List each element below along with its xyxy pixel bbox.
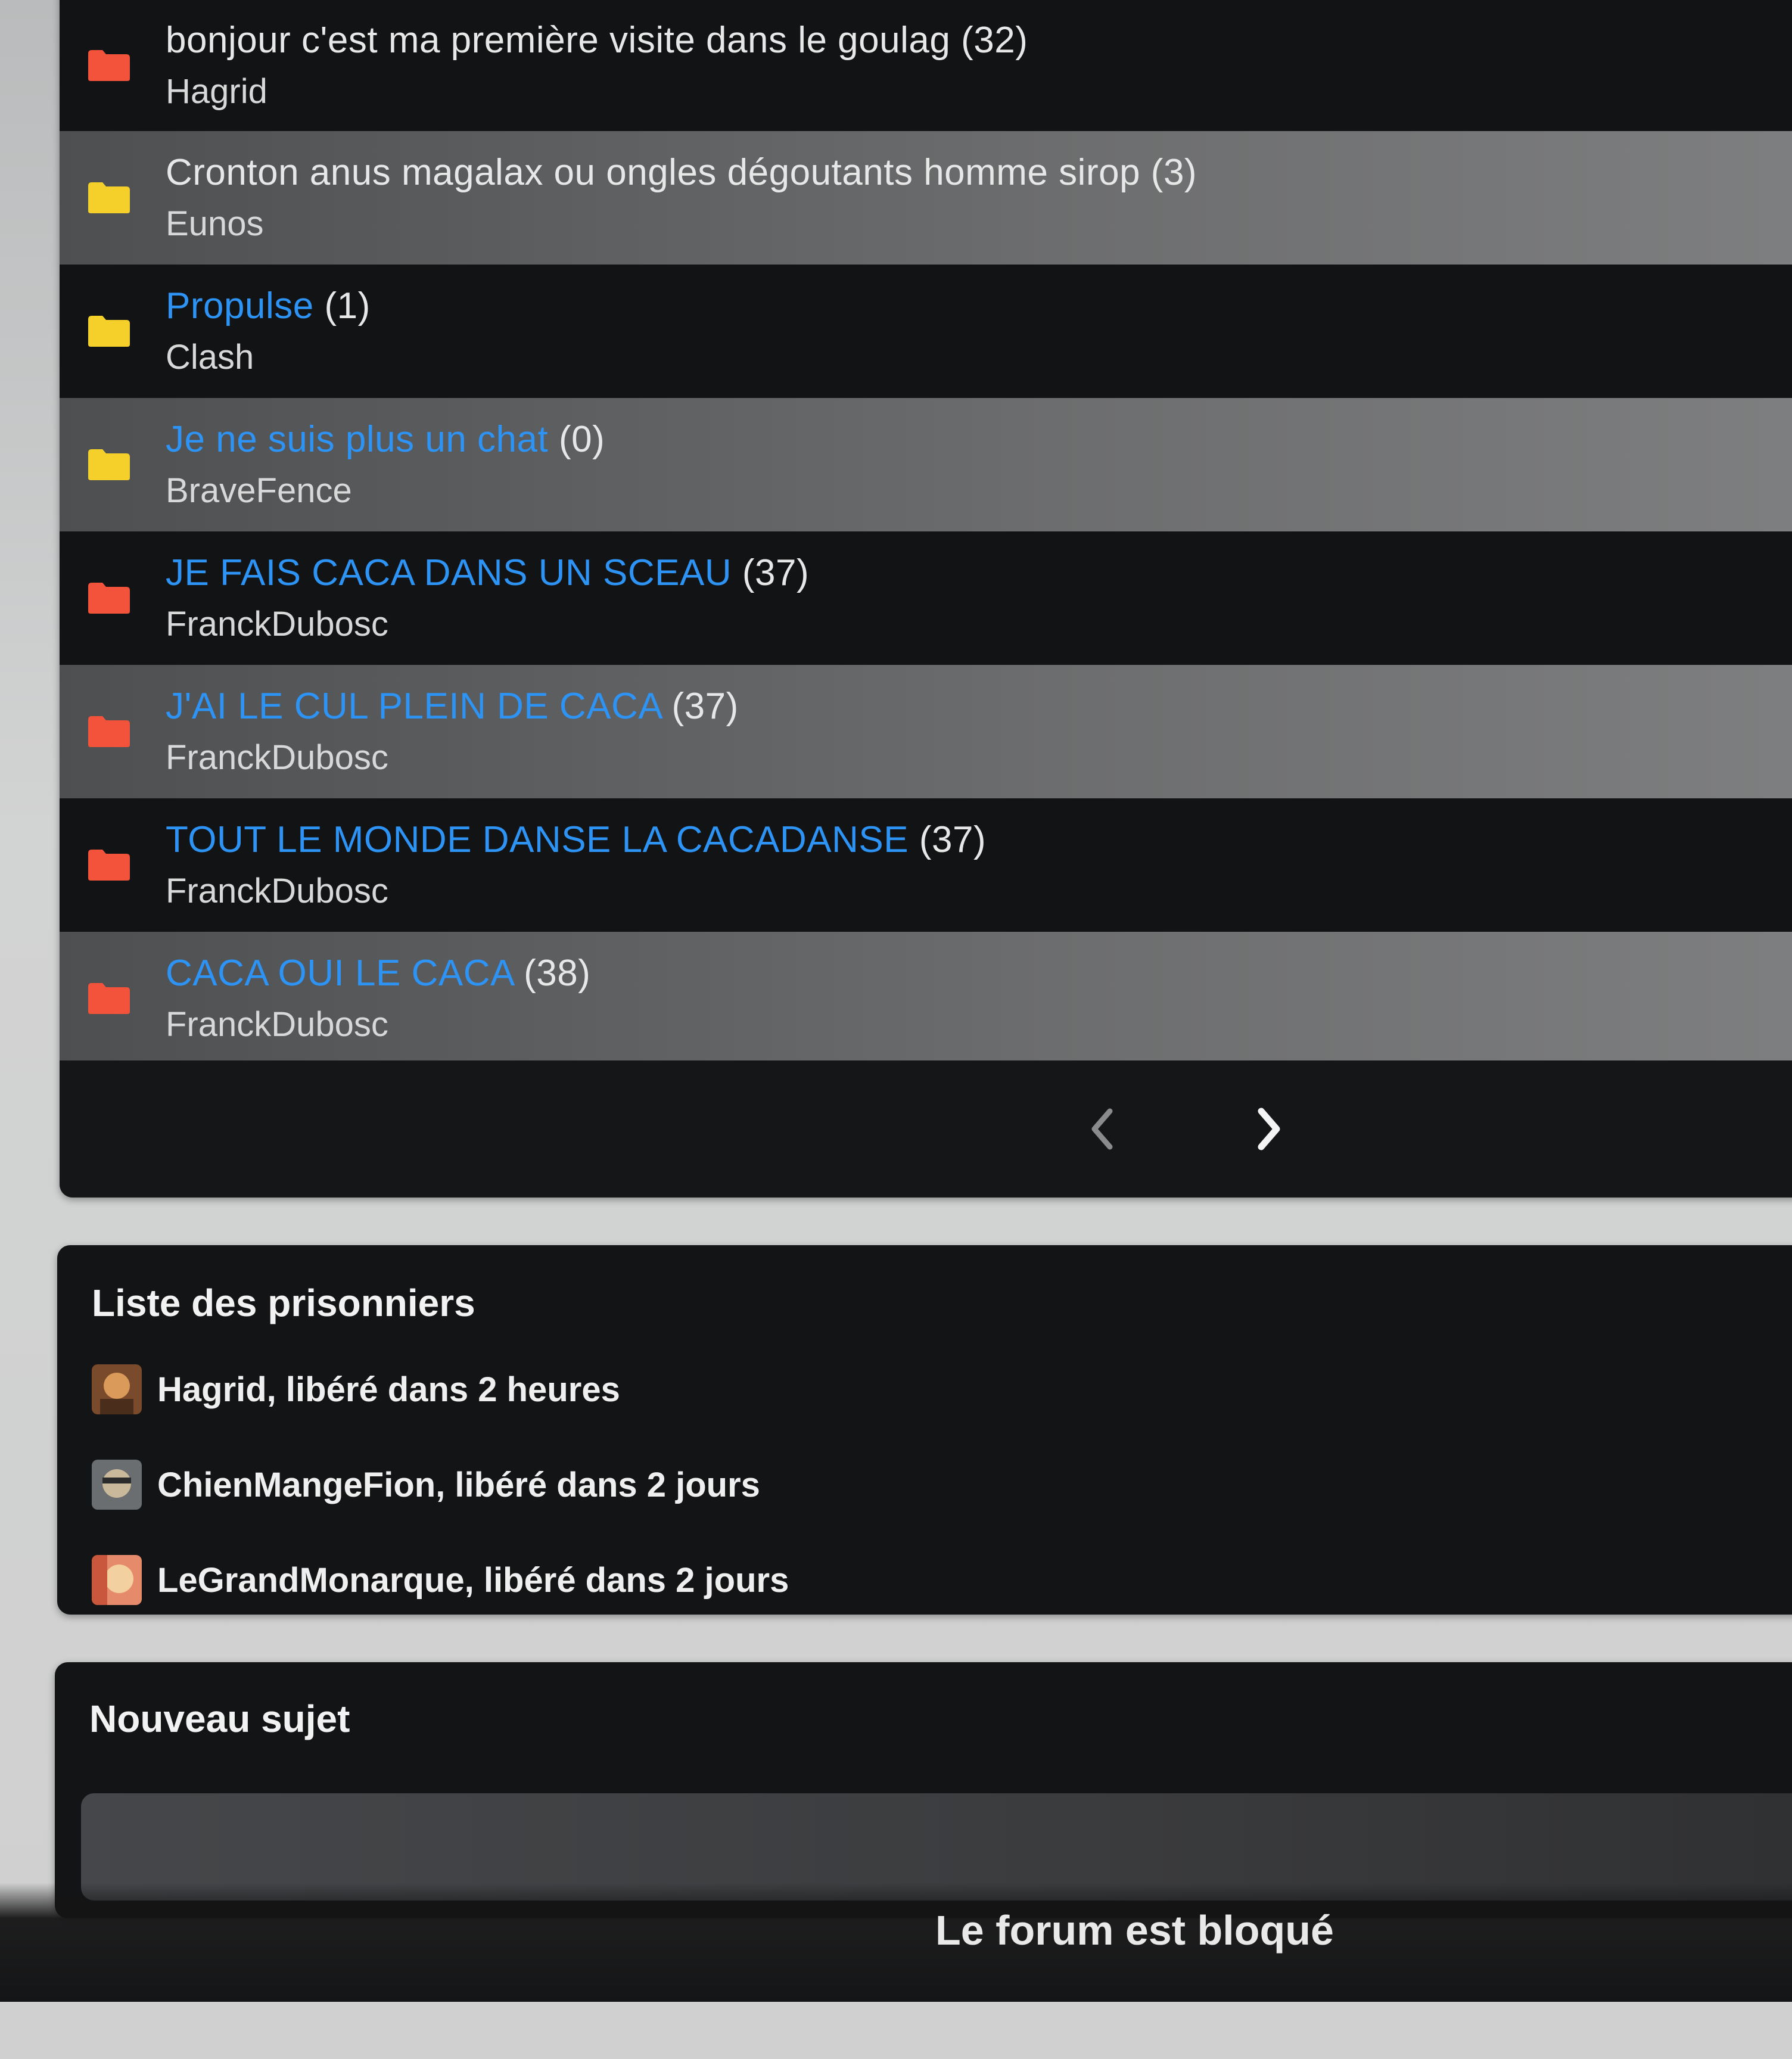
chevron-left-icon	[1091, 1108, 1113, 1150]
topic-row[interactable]: Je ne suis plus un chat (0) BraveFence	[60, 398, 1792, 531]
topic-author: BraveFence	[166, 471, 352, 510]
chevron-right-icon	[1258, 1108, 1280, 1150]
topic-title[interactable]: bonjour c'est ma première visite dans le…	[166, 20, 950, 61]
next-page-button[interactable]	[1245, 1102, 1293, 1156]
topic-title-link[interactable]: J'AI LE CUL PLEIN DE CACA	[166, 686, 661, 727]
topic-row[interactable]: J'AI LE CUL PLEIN DE CACA (37) FranckDub…	[60, 665, 1792, 798]
topic-title-link[interactable]: TOUT LE MONDE DANSE LA CACADANSE	[166, 819, 909, 860]
topic-reply-count: (1)	[324, 285, 371, 326]
prisoner-name: ChienMangeFion, libéré dans 2 jours	[157, 1465, 760, 1504]
folder-icon	[87, 448, 131, 481]
avatar[interactable]	[92, 1555, 142, 1605]
pagination-bar	[60, 1060, 1792, 1198]
topic-list: bonjour c'est ma première visite dans le…	[60, 0, 1792, 1065]
topic-author: Clash	[166, 338, 254, 377]
blocked-banner	[0, 1883, 1792, 2002]
folder-icon	[87, 49, 131, 82]
folder-icon	[87, 848, 131, 882]
prisoner-item: Hagrid, libéré dans 2 heures	[92, 1364, 620, 1414]
prisoner-item: LeGrandMonarque, libéré dans 2 jours	[92, 1555, 789, 1605]
folder-icon	[87, 181, 131, 214]
topic-title-link[interactable]: Je ne suis plus un chat	[166, 419, 548, 460]
prisoners-title: Liste des prisonniers	[92, 1282, 475, 1324]
folder-icon	[87, 982, 131, 1015]
new-topic-panel: Nouveau sujet	[55, 1662, 1792, 1918]
topic-row[interactable]: TOUT LE MONDE DANSE LA CACADANSE (37) Fr…	[60, 798, 1792, 932]
topic-row[interactable]: Propulse (1) Clash	[60, 265, 1792, 398]
topic-row[interactable]: CACA OUI LE CACA (38) FranckDubosc	[60, 932, 1792, 1065]
prisoners-panel: Liste des prisonniers Hagrid, libéré dan…	[57, 1245, 1792, 1615]
topic-title-link[interactable]: Propulse	[166, 285, 314, 326]
topic-reply-count: (37)	[671, 686, 739, 727]
topic-reply-count: (37)	[919, 819, 987, 860]
folder-icon	[87, 315, 131, 348]
topic-author: Hagrid	[166, 72, 267, 111]
topic-reply-count: (0)	[558, 419, 605, 460]
topic-author: FranckDubosc	[166, 738, 388, 777]
new-topic-title: Nouveau sujet	[89, 1697, 350, 1740]
topic-list-panel: bonjour c'est ma première visite dans le…	[60, 0, 1792, 1198]
topic-title-link[interactable]: CACA OUI LE CACA	[166, 953, 513, 994]
topic-title-link[interactable]: JE FAIS CACA DANS UN SCEAU	[166, 552, 732, 593]
topic-title[interactable]: Cronton anus magalax ou ongles dégoutant…	[166, 152, 1140, 193]
topic-author: FranckDubosc	[166, 1005, 388, 1044]
prisoner-name: Hagrid, libéré dans 2 heures	[157, 1370, 620, 1409]
prisoner-item: ChienMangeFion, libéré dans 2 jours	[92, 1460, 760, 1510]
topic-reply-count: (37)	[742, 552, 810, 593]
folder-icon	[87, 715, 131, 748]
topic-author: FranckDubosc	[166, 605, 388, 643]
forum-page: bonjour c'est ma première visite dans le…	[0, 0, 1792, 2059]
topic-reply-count: (32)	[961, 20, 1028, 61]
avatar[interactable]	[92, 1364, 142, 1414]
topic-reply-count: (3)	[1150, 152, 1197, 193]
topic-row[interactable]: bonjour c'est ma première visite dans le…	[60, 0, 1792, 131]
topic-author: Eunos	[166, 204, 264, 243]
previous-page-button[interactable]	[1078, 1102, 1126, 1156]
topic-row[interactable]: JE FAIS CACA DANS UN SCEAU (37) FranckDu…	[60, 531, 1792, 665]
forum-blocked-message: Le forum est bloqué	[935, 1907, 1334, 1954]
topic-reply-count: (38)	[524, 953, 591, 994]
topic-author: FranckDubosc	[166, 872, 388, 910]
avatar[interactable]	[92, 1460, 142, 1510]
prisoner-name: LeGrandMonarque, libéré dans 2 jours	[157, 1560, 789, 1600]
topic-row[interactable]: Cronton anus magalax ou ongles dégoutant…	[60, 131, 1792, 265]
folder-icon	[87, 581, 131, 615]
